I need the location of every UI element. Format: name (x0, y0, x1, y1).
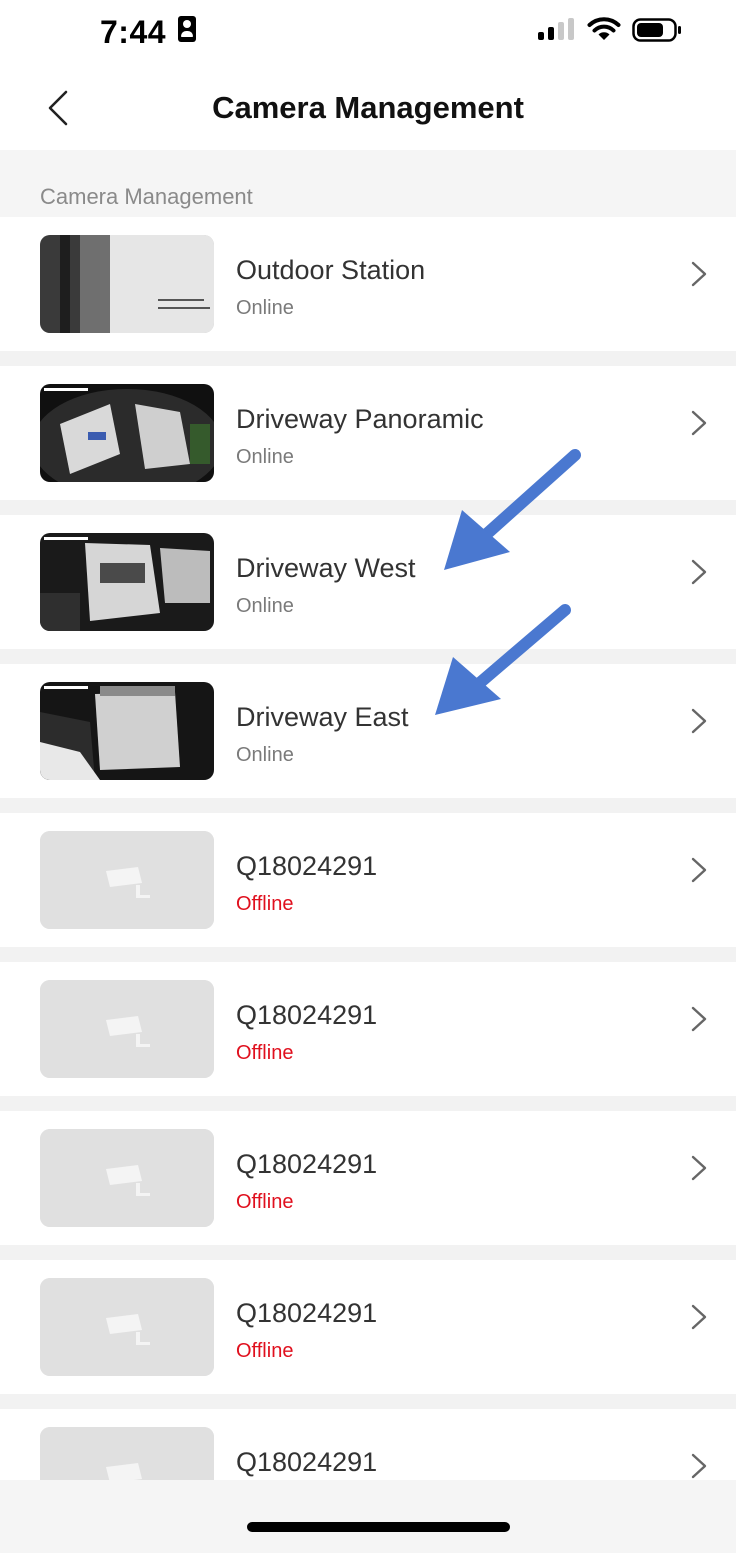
status-time: 7:44 (100, 14, 167, 50)
battery-icon (632, 18, 681, 42)
camera-status: Online (236, 744, 294, 766)
camera-status: Offline (236, 1042, 294, 1064)
camera-name: Q18024291 (236, 851, 378, 881)
camera-row-q18024291[interactable]: Q18024291 Offline (0, 1260, 736, 1394)
status-bar: 7:44 (0, 0, 736, 62)
camera-name: Q18024291 (236, 1000, 378, 1030)
row-separator (0, 500, 736, 515)
camera-name: Driveway Panoramic (236, 404, 484, 434)
camera-status: Offline (236, 1191, 294, 1213)
camera-name: Q18024291 (236, 1447, 378, 1477)
camera-status: Online (236, 297, 294, 319)
row-separator (0, 947, 736, 962)
row-separator (0, 1096, 736, 1111)
chevron-right-icon (691, 1304, 707, 1330)
camera-row-driveway-west[interactable]: Driveway West Online (0, 515, 736, 649)
camera-status: Offline (236, 1340, 294, 1362)
camera-thumbnail-placeholder (40, 1427, 214, 1480)
row-separator (0, 649, 736, 664)
outdoor-station-snapshot (40, 235, 214, 333)
section-header-label: Camera Management (40, 184, 253, 209)
camera-thumbnail-placeholder (40, 831, 214, 929)
row-separator (0, 798, 736, 813)
camera-name: Driveway East (236, 702, 409, 732)
camera-placeholder-icon (40, 1278, 214, 1376)
chevron-right-icon (691, 559, 707, 585)
driveway-panoramic-snapshot (40, 384, 214, 482)
driveway-east-snapshot (40, 682, 214, 780)
camera-status: Online (236, 446, 294, 468)
section-header: Camera Management (0, 150, 736, 217)
row-separator (0, 351, 736, 366)
camera-row-q18024291[interactable]: Q18024291 Offline (0, 1111, 736, 1245)
driveway-west-snapshot (40, 533, 214, 631)
camera-thumbnail-placeholder (40, 1129, 214, 1227)
camera-row-driveway-panoramic[interactable]: Driveway Panoramic Online (0, 366, 736, 500)
camera-row-outdoor-station[interactable]: Outdoor Station Online (0, 217, 736, 351)
home-indicator[interactable] (247, 1522, 510, 1532)
row-separator (0, 1245, 736, 1260)
camera-status: Offline (236, 893, 294, 915)
person-badge-icon (178, 16, 196, 42)
camera-name: Outdoor Station (236, 255, 426, 285)
camera-status: Online (236, 595, 294, 617)
signal-icon (538, 18, 576, 40)
camera-row-q18024291[interactable]: Q18024291 (0, 1409, 736, 1480)
chevron-right-icon (691, 708, 707, 734)
camera-name: Q18024291 (236, 1149, 378, 1179)
camera-placeholder-icon (40, 1129, 214, 1227)
chevron-right-icon (691, 261, 707, 287)
camera-thumbnail-placeholder (40, 1278, 214, 1376)
page-title: Camera Management (212, 90, 524, 125)
camera-name: Driveway West (236, 553, 416, 583)
camera-placeholder-icon (40, 1427, 214, 1480)
camera-thumbnail-placeholder (40, 980, 214, 1078)
chevron-right-icon (691, 857, 707, 883)
chevron-right-icon (691, 1155, 707, 1181)
app-screen: 7:44 Camera Management Camera Management… (0, 0, 736, 1553)
camera-name: Q18024291 (236, 1298, 378, 1328)
camera-list[interactable]: Outdoor Station Online Driveway Panorami… (0, 217, 736, 1480)
camera-placeholder-icon (40, 831, 214, 929)
chevron-right-icon (691, 1453, 707, 1479)
camera-row-q18024291[interactable]: Q18024291 Offline (0, 813, 736, 947)
bottom-bar (0, 1480, 736, 1553)
chevron-right-icon (691, 1006, 707, 1032)
camera-row-q18024291[interactable]: Q18024291 Offline (0, 962, 736, 1096)
camera-row-driveway-east[interactable]: Driveway East Online (0, 664, 736, 798)
chevron-right-icon (691, 410, 707, 436)
wifi-icon (587, 17, 621, 40)
camera-placeholder-icon (40, 980, 214, 1078)
row-separator (0, 1394, 736, 1409)
navigation-bar: Camera Management (0, 62, 736, 150)
